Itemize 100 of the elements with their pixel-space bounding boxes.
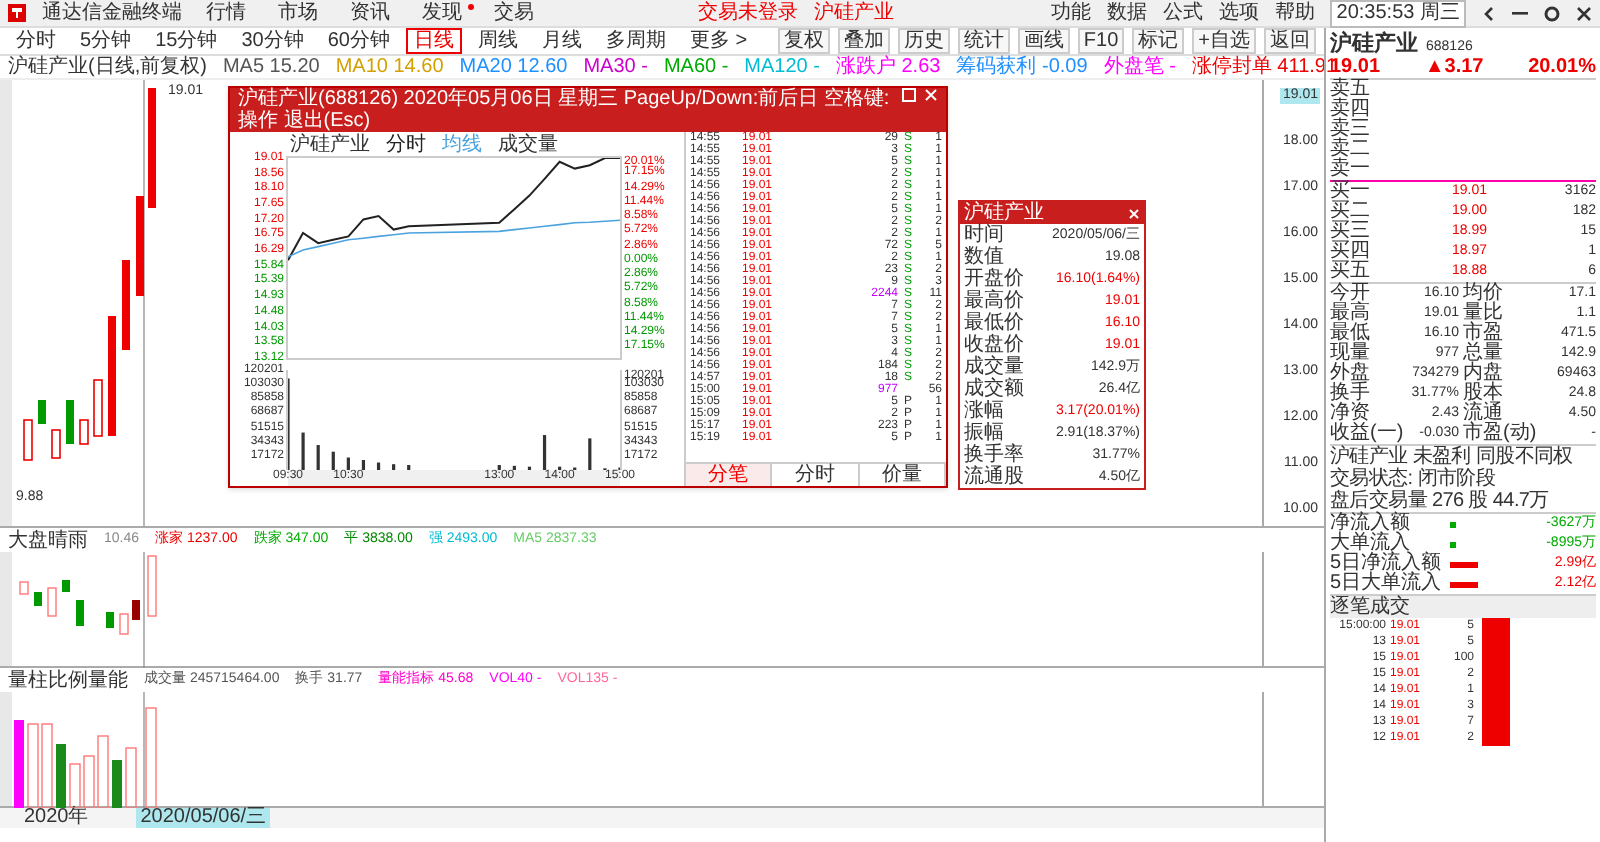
period-tab[interactable]: 周线	[469, 28, 526, 54]
menu-item[interactable]: 公式	[1162, 1, 1203, 25]
trades-header: 逐笔成交	[1330, 596, 1596, 618]
stat-label: 最低	[1330, 324, 1372, 344]
period-tab[interactable]: 5分钟	[72, 28, 140, 54]
stock-name: 沪硅产业	[1330, 32, 1418, 56]
change-percent: 20.01%	[1528, 56, 1596, 78]
order-book-label: 买一	[1330, 182, 1372, 202]
menu-item[interactable]: 帮助	[1274, 1, 1315, 25]
menu-item[interactable]: 行情	[198, 1, 254, 25]
order-book-label: 卖二	[1330, 140, 1370, 160]
order-book-label: 卖一	[1330, 160, 1370, 180]
period-tab[interactable]: 30分钟	[233, 28, 312, 54]
flow-label: 5日大单流入	[1330, 574, 1444, 594]
toolbar-button[interactable]: +自选	[1192, 28, 1256, 54]
status-note: 沪硅产业 未盈利 同股不同权	[1330, 446, 1575, 468]
order-book-label: 买四	[1330, 242, 1372, 262]
indicator-value: MA60 -	[663, 56, 729, 78]
stat-label: 换手	[1330, 384, 1372, 404]
popup-title: 沪硅产业(688126) 2020年05月06日 星期三 PageUp/Down:前后日 空格键:操作 退出(Esc)	[238, 88, 890, 132]
period-tab[interactable]: 月线	[533, 28, 590, 54]
order-book-label: 买三	[1330, 222, 1372, 242]
stat-label: 市盈	[1461, 324, 1505, 344]
panel-title: 大盘晴雨	[8, 529, 88, 551]
stat-label: 净资	[1330, 404, 1370, 424]
toolbar-button[interactable]: 统计	[957, 28, 1010, 54]
order-book-label: 买二	[1330, 202, 1372, 222]
menu-item[interactable]: 数据	[1106, 1, 1147, 25]
toolbar-button[interactable]: 历史	[897, 28, 950, 54]
info-label: 成交量	[964, 357, 1024, 377]
info-label: 振幅	[964, 423, 1004, 443]
legend-label: 分时	[386, 133, 426, 155]
indicator-value: MA30 -	[583, 56, 648, 78]
stat-label: 最高	[1330, 304, 1372, 324]
menu-item[interactable]: 发现	[414, 1, 470, 25]
status-note: 交易状态: 闭市阶段	[1330, 468, 1498, 490]
indicator-value: MA5 15.20	[222, 56, 320, 78]
flow-label: 大单流入	[1330, 534, 1410, 554]
indicator-value: MA10 14.60	[335, 56, 444, 78]
toolbar-button[interactable]: 返回	[1264, 28, 1316, 54]
toolbar-button[interactable]: 复权	[777, 28, 830, 54]
toolbar-button[interactable]: 标记	[1132, 28, 1185, 54]
stat-label: 收益(一)	[1330, 424, 1406, 444]
info-label: 涨幅	[964, 401, 1004, 421]
menu-item[interactable]: 选项	[1218, 1, 1259, 25]
period-tab[interactable]: 15分钟	[147, 28, 226, 54]
legend-label: 成交量	[498, 133, 558, 155]
order-book-label: 买五	[1330, 262, 1372, 282]
indicator-value: 涨跌户 2.63	[835, 56, 941, 78]
menu-item[interactable]: 市场	[270, 1, 326, 25]
period-tab[interactable]: 日线	[405, 28, 462, 54]
info-label: 最高价	[964, 291, 1024, 311]
info-label: 成交额	[964, 379, 1024, 399]
toolbar-button[interactable]: 画线	[1017, 28, 1070, 54]
bottom-tab[interactable]: 分笔	[686, 464, 773, 486]
order-book-label: 卖四	[1330, 100, 1370, 120]
notice-link[interactable]: 沪硅产业	[814, 1, 895, 25]
axis-label: 2020年	[24, 808, 89, 828]
toolbar-button[interactable]: F10	[1077, 28, 1125, 54]
info-label: 数值	[964, 247, 1004, 267]
flow-label: 净流入额	[1330, 514, 1412, 534]
stat-label: 外盘	[1330, 364, 1372, 384]
info-label: 收盘价	[964, 335, 1024, 355]
indicator-value: 外盘笔 -	[1103, 56, 1176, 78]
indicator-value: MA20 12.60	[459, 56, 568, 78]
legend-label: 沪硅产业	[290, 133, 370, 155]
last-price: 19.01	[1330, 56, 1381, 78]
indicator-value: 筹码获利 -0.09	[956, 56, 1088, 78]
indicator-value: MA120 -	[744, 56, 820, 78]
info-box-title: 沪硅产业	[964, 202, 1044, 224]
price-change: ▲3.17	[1424, 56, 1484, 78]
period-tab[interactable]: 60分钟	[319, 28, 398, 54]
menu-item[interactable]: 交易	[486, 1, 542, 25]
info-label: 换手率	[964, 445, 1024, 465]
order-book-label: 卖五	[1330, 80, 1370, 100]
period-tab[interactable]: 分时	[8, 28, 64, 54]
toolbar-button[interactable]: 叠加	[837, 28, 890, 54]
stat-label: 现量	[1330, 344, 1372, 364]
legend-label: 均线	[442, 133, 482, 155]
bottom-tab[interactable]: 分时	[772, 464, 860, 486]
stat-label: 市盈(动)	[1461, 424, 1539, 444]
info-label: 流通股	[964, 467, 1024, 487]
stat-label: 量比	[1461, 304, 1505, 324]
info-label: 时间	[964, 225, 1004, 245]
menu-item[interactable]: 功能	[1050, 1, 1091, 25]
stat-label: 今开	[1330, 284, 1372, 304]
stat-label: 股本	[1461, 384, 1505, 404]
info-label: 最低价	[964, 313, 1024, 333]
stat-label: 均价	[1461, 284, 1505, 304]
app-name: 通达信金融终端	[42, 1, 182, 25]
status-note: 盘后交易量 276 股 44.7万	[1330, 490, 1551, 512]
stat-label: 内盘	[1461, 364, 1505, 384]
notice-link[interactable]: 交易未登录	[698, 1, 799, 25]
order-book-label: 卖三	[1330, 120, 1370, 140]
panel-title: 量柱比例量能	[8, 669, 128, 691]
period-tab[interactable]: 更多 >	[681, 28, 756, 54]
bottom-tab[interactable]: 价量	[859, 464, 946, 486]
period-tab[interactable]: 多周期	[597, 28, 674, 54]
menu-item[interactable]: 资讯	[342, 1, 398, 25]
chart-title: 沪硅产业(日线,前复权)	[8, 56, 207, 78]
